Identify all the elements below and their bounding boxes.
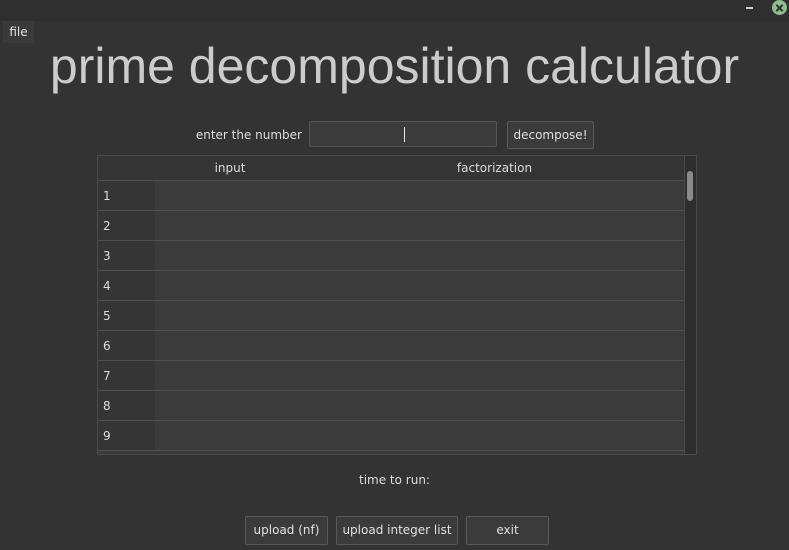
page-title: prime decomposition calculator bbox=[49, 38, 740, 94]
text-caret bbox=[404, 127, 405, 142]
factorization-cell[interactable] bbox=[305, 211, 685, 241]
table-row: 1 bbox=[98, 181, 685, 211]
factorization-cell[interactable] bbox=[305, 301, 685, 331]
table-row: 3 bbox=[98, 241, 685, 271]
input-cell[interactable] bbox=[155, 241, 306, 271]
row-header: 2 bbox=[98, 211, 156, 241]
table-row: 6 bbox=[98, 331, 685, 361]
factorization-cell[interactable] bbox=[305, 361, 685, 391]
input-cell[interactable] bbox=[155, 421, 306, 451]
results-table: input factorization 1 2 3 4 5 6 7 8 9 bbox=[97, 155, 697, 455]
scrollbar-thumb[interactable] bbox=[687, 171, 693, 201]
factorization-cell[interactable] bbox=[305, 271, 685, 301]
table-row: 4 bbox=[98, 271, 685, 301]
decompose-button[interactable]: decompose! bbox=[507, 121, 594, 149]
factorization-cell[interactable] bbox=[305, 421, 685, 451]
row-header: 1 bbox=[98, 181, 156, 211]
table-scrollbar[interactable] bbox=[684, 156, 696, 454]
number-input[interactable] bbox=[309, 121, 497, 147]
minimize-icon[interactable] bbox=[742, 0, 758, 16]
table-row: 2 bbox=[98, 211, 685, 241]
input-cell[interactable] bbox=[155, 211, 306, 241]
input-cell[interactable] bbox=[155, 271, 306, 301]
row-header: 9 bbox=[98, 421, 156, 451]
table-row: 8 bbox=[98, 391, 685, 421]
title-bar bbox=[0, 0, 789, 21]
time-to-run-label: time to run: bbox=[359, 473, 430, 487]
column-header-factorization[interactable]: factorization bbox=[305, 156, 685, 181]
factorization-cell[interactable] bbox=[305, 181, 685, 211]
close-icon[interactable] bbox=[772, 0, 787, 15]
exit-button[interactable]: exit bbox=[466, 516, 549, 545]
row-header: 3 bbox=[98, 241, 156, 271]
input-cell[interactable] bbox=[155, 361, 306, 391]
input-cell[interactable] bbox=[155, 301, 306, 331]
number-input-label: enter the number bbox=[195, 128, 302, 142]
upload-nf-button[interactable]: upload (nf) bbox=[245, 516, 328, 545]
row-header: 5 bbox=[98, 301, 156, 331]
column-header-input[interactable]: input bbox=[155, 156, 306, 181]
factorization-cell[interactable] bbox=[305, 241, 685, 271]
factorization-cell[interactable] bbox=[305, 391, 685, 421]
table-row: 7 bbox=[98, 361, 685, 391]
input-cell[interactable] bbox=[155, 181, 306, 211]
input-cell[interactable] bbox=[155, 391, 306, 421]
table-row: 5 bbox=[98, 301, 685, 331]
app-window: file prime decomposition calculator ente… bbox=[0, 0, 789, 550]
table-corner bbox=[98, 156, 156, 181]
row-header: 7 bbox=[98, 361, 156, 391]
factorization-cell[interactable] bbox=[305, 331, 685, 361]
row-header: 4 bbox=[98, 271, 156, 301]
input-cell[interactable] bbox=[155, 331, 306, 361]
row-header: 6 bbox=[98, 331, 156, 361]
row-header: 8 bbox=[98, 391, 156, 421]
upload-integer-list-button[interactable]: upload integer list bbox=[336, 516, 458, 545]
table-row: 9 bbox=[98, 421, 685, 451]
